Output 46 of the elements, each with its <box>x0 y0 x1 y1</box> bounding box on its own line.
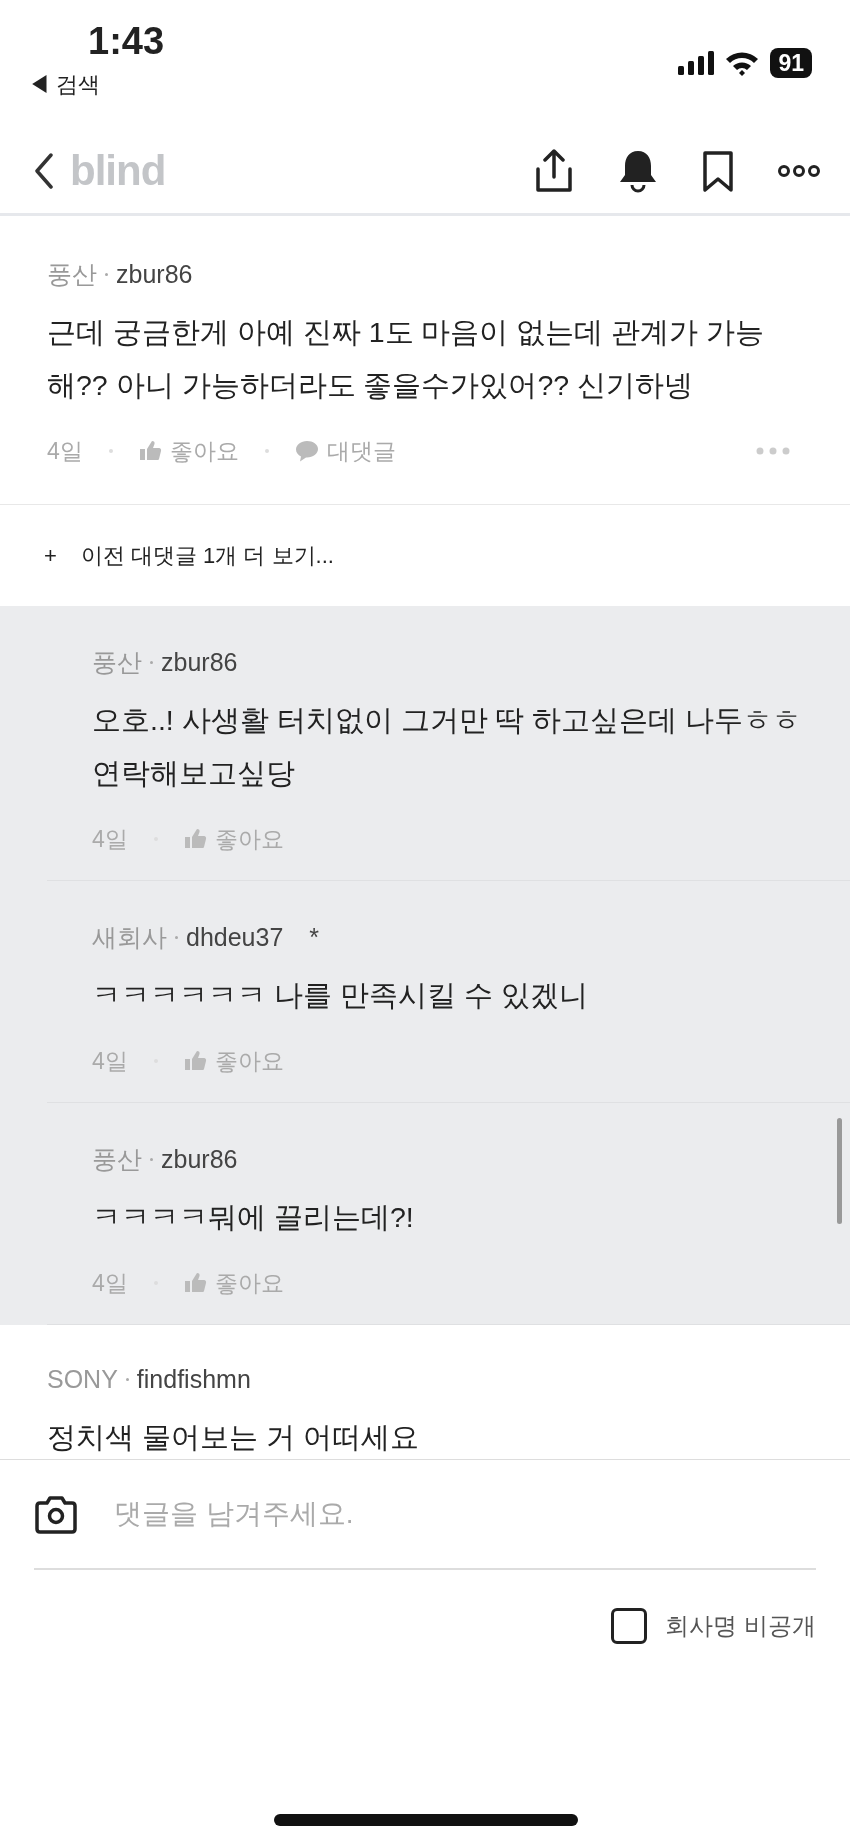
company-name: 풍산 <box>92 647 142 678</box>
like-button[interactable]: 좋아요 <box>183 1265 284 1300</box>
back-to-search-link[interactable]: ◀ 검색 <box>28 68 101 101</box>
comment-date: 4일 <box>47 436 83 466</box>
wifi-icon <box>724 50 761 76</box>
bell-icon[interactable] <box>618 148 658 193</box>
speech-bubble-icon <box>294 439 319 462</box>
author-name: zbur86 <box>161 647 238 678</box>
reply-text: ㅋㅋㅋㅋㅋㅋ 나를 만족시킬 수 있겠니 <box>92 977 589 1013</box>
camera-icon[interactable] <box>34 1494 78 1534</box>
thumbs-up-icon <box>138 440 162 462</box>
comment-date: 4일 <box>92 1046 128 1076</box>
checkbox-label: 회사명 비공개 <box>665 1611 816 1641</box>
status-time: 1:43 <box>88 22 166 60</box>
battery-level: 91 <box>770 48 812 78</box>
comment-date: 4일 <box>92 824 128 854</box>
comment-text: 근데 궁금한게 아예 진짜 1도 마음이 없는데 관계가 가능해?? 아니 가능하더라도 좋을수가있어?? 신기하넹 <box>47 314 766 403</box>
reply-text: 오호..! 사생활 터치없이 그거만 딱 하고싶은데 나두ㅎㅎ 연락해보고싶당 <box>92 702 803 791</box>
bookmark-icon[interactable] <box>702 149 734 192</box>
author-name: zbur86 <box>161 1144 238 1175</box>
comment-text: 정치색 물어보는 거 어떠세요 <box>47 1419 420 1455</box>
more-icon[interactable] <box>778 164 820 177</box>
comment-input-field[interactable]: 댓글을 남겨주세요. <box>112 1492 816 1536</box>
thumbs-up-icon <box>183 1272 207 1294</box>
company-name: SONY <box>47 1364 118 1395</box>
back-icon[interactable] <box>34 152 54 189</box>
author-name: dhdeu37 <box>186 922 284 953</box>
comment-date: 4일 <box>92 1268 128 1298</box>
author-name: findfishmn <box>136 1364 251 1395</box>
like-button[interactable]: 좋아요 <box>183 821 284 856</box>
thumbs-up-icon <box>183 1050 207 1072</box>
company-name: 풍산 <box>47 259 97 290</box>
like-button[interactable]: 좋아요 <box>138 433 239 468</box>
reply-text: ㅋㅋㅋㅋ뭐에 끌리는데?! <box>92 1199 415 1235</box>
thumbs-up-icon <box>183 828 207 850</box>
share-icon[interactable] <box>534 148 574 193</box>
reply-button[interactable]: 대댓글 <box>294 433 396 468</box>
app-logo: blind <box>70 146 166 196</box>
author-mark: * <box>309 922 320 953</box>
company-name: 새회사 <box>92 922 167 953</box>
company-name: 풍산 <box>92 1144 142 1175</box>
signal-icon <box>678 51 715 75</box>
show-more-replies-link[interactable]: + 이전 대댓글 1개 더 보기... <box>0 505 850 606</box>
author-name: zbur86 <box>116 259 193 290</box>
hide-company-checkbox[interactable] <box>611 1608 648 1644</box>
like-button[interactable]: 좋아요 <box>183 1043 284 1078</box>
